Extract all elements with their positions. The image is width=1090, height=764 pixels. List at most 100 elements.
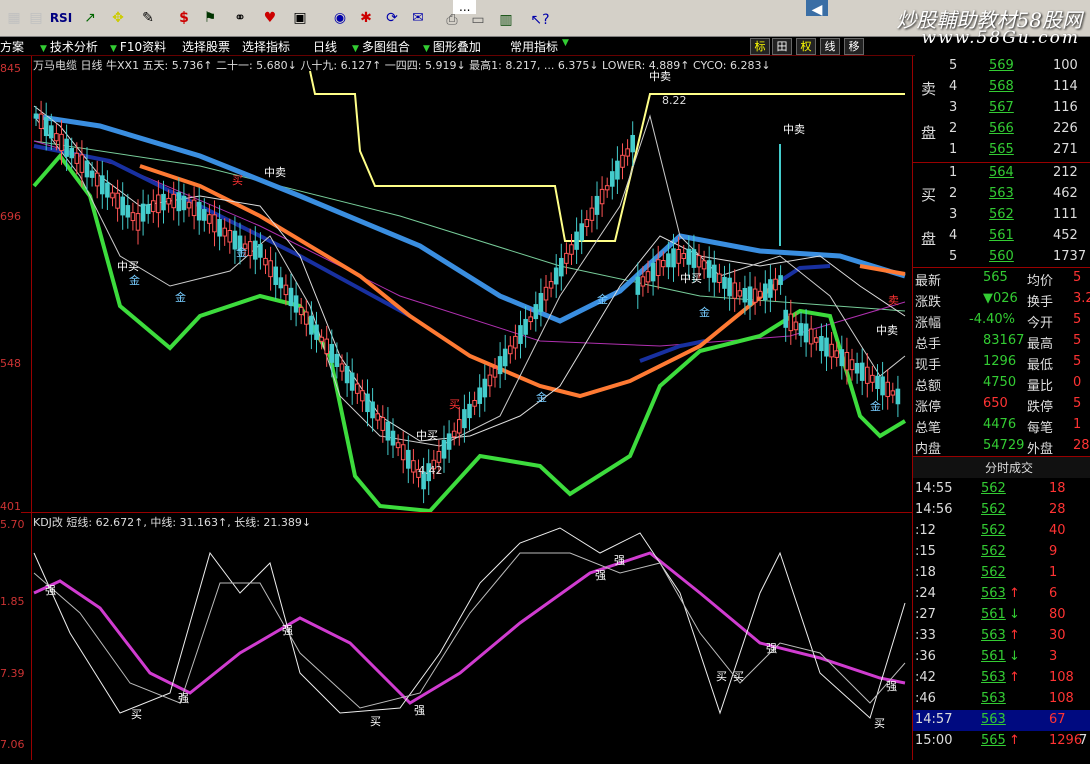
menu-select-indicator[interactable]: 选择指标 xyxy=(242,38,290,55)
tick-price: 562 xyxy=(981,502,1006,517)
tick-volume: 40 xyxy=(1049,523,1066,538)
candle-body xyxy=(890,390,896,396)
menu-multi-chart[interactable]: 多图组合 xyxy=(352,38,410,55)
tick-arrow: ↑ xyxy=(1009,670,1020,685)
tick-time: :18 xyxy=(915,565,936,580)
globe-icon[interactable]: ◉ xyxy=(330,8,350,28)
buy-price: 562 xyxy=(989,207,1014,222)
candlestick xyxy=(79,140,85,188)
refresh-icon[interactable]: ⟳ xyxy=(382,8,402,28)
mark-button[interactable]: 标 xyxy=(750,38,770,55)
candlestick xyxy=(89,161,95,187)
stat-value: 5 xyxy=(1073,354,1082,369)
candlestick xyxy=(523,306,528,348)
menu-common-indicators[interactable]: 常用指标 xyxy=(510,38,558,55)
sell-price: 567 xyxy=(989,100,1014,115)
candle-body xyxy=(385,421,391,441)
menu-f10[interactable]: F10资料 xyxy=(110,38,166,55)
menu-daily[interactable]: 日线 xyxy=(313,38,337,55)
monitor-icon[interactable]: ▭ xyxy=(468,10,488,30)
candlestick xyxy=(533,291,539,332)
candle-body xyxy=(400,444,406,461)
candle-body xyxy=(615,160,620,180)
candle-body xyxy=(49,125,54,139)
pin-icon[interactable]: ✱ xyxy=(356,8,376,28)
candlestick xyxy=(482,364,488,412)
move-icon[interactable]: ✥ xyxy=(108,8,128,28)
signal-buy: 买 xyxy=(232,174,243,187)
dropdown-arrow-icon[interactable]: ▼ xyxy=(562,38,569,48)
grid-button[interactable]: 田 xyxy=(772,38,792,55)
help-icon[interactable]: ↖? xyxy=(530,10,550,30)
menu-select-stock[interactable]: 选择股票 xyxy=(182,38,230,55)
sell-volume: 114 xyxy=(1053,79,1078,94)
sell-level: 5 xyxy=(949,58,958,73)
candlestick xyxy=(773,267,778,302)
candlestick xyxy=(349,358,355,405)
sell-price: 566 xyxy=(989,121,1014,136)
line-icon[interactable]: ↗ xyxy=(80,8,100,28)
candle-body xyxy=(360,390,365,402)
candle-body xyxy=(268,260,273,278)
kdj-chart-pane[interactable] xyxy=(0,513,912,760)
stat-label: 外盘 xyxy=(1027,442,1054,457)
candlestick xyxy=(176,177,182,226)
candle-body xyxy=(737,290,743,297)
candlestick xyxy=(411,448,416,484)
candlestick xyxy=(120,182,126,230)
kdj-signal-buy: 买 xyxy=(370,715,381,728)
stat-label: 今开 xyxy=(1027,316,1054,331)
buy-volume: 212 xyxy=(1053,165,1078,180)
candle-body xyxy=(457,419,462,434)
quote-row: 总额 4750 量比 0 xyxy=(913,373,1090,394)
candle-body xyxy=(803,323,809,343)
sell-level: 2 xyxy=(949,121,958,136)
candlestick xyxy=(145,194,151,224)
dollar-icon[interactable]: $ xyxy=(174,8,194,28)
flag-icon[interactable]: ⚑ xyxy=(200,8,220,28)
candlestick xyxy=(798,311,804,348)
binoculars-icon[interactable]: ⚭ xyxy=(230,8,250,28)
menu-tech-analysis[interactable]: 技术分析 xyxy=(40,38,98,55)
y-label-top: 845 xyxy=(0,62,21,75)
candlestick xyxy=(309,301,314,350)
bar-icon[interactable]: ▥ xyxy=(496,10,516,30)
candlestick xyxy=(706,246,712,292)
tick-arrow: ↓ xyxy=(1009,607,1020,622)
rights-button[interactable]: 权 xyxy=(796,38,816,55)
candlestick xyxy=(375,404,380,430)
signal-gold: 金 xyxy=(175,291,186,304)
candle-body xyxy=(64,138,69,157)
candle-body xyxy=(717,273,722,283)
ruler-icon[interactable]: ✎ xyxy=(138,8,158,28)
menu-overlay[interactable]: 图形叠加 xyxy=(423,38,481,55)
candle-body xyxy=(314,324,319,340)
stat-value: ▼026 xyxy=(983,291,1018,306)
grid-icon[interactable]: ▦ xyxy=(4,8,24,28)
candle-body xyxy=(304,311,309,325)
line-button[interactable]: 线 xyxy=(820,38,840,55)
tick-row: :15 562 9 xyxy=(913,542,1090,563)
stat-value: 1296 xyxy=(983,354,1017,369)
candle-body xyxy=(247,241,253,257)
window-icon[interactable]: ▣ xyxy=(290,8,310,28)
kdj-chart-canvas[interactable] xyxy=(0,513,912,760)
candle-body xyxy=(604,185,610,191)
menu-scheme[interactable]: 方案 xyxy=(0,38,24,55)
kdj-signal-buy: 买 xyxy=(733,670,744,683)
candle-body xyxy=(788,313,794,332)
rsi-button[interactable]: RSI xyxy=(48,8,74,28)
candlestick xyxy=(477,374,482,418)
chat-icon[interactable]: ✉ xyxy=(408,8,428,28)
stat-value: 5 xyxy=(1073,333,1082,348)
chart-icon[interactable]: ▤ xyxy=(26,8,46,28)
back-icon[interactable]: ◀ xyxy=(806,0,828,18)
tick-volume: 30 xyxy=(1049,628,1066,643)
heart-icon[interactable]: ♥ xyxy=(260,8,280,28)
print-icon[interactable]: ⎙ xyxy=(442,10,462,30)
candlestick xyxy=(747,271,753,320)
stat-label: 涨停 xyxy=(915,400,942,415)
candle-body xyxy=(319,336,324,342)
move-button[interactable]: 移 xyxy=(844,38,864,55)
sell-order-row: 5 569 100 xyxy=(913,56,1090,77)
